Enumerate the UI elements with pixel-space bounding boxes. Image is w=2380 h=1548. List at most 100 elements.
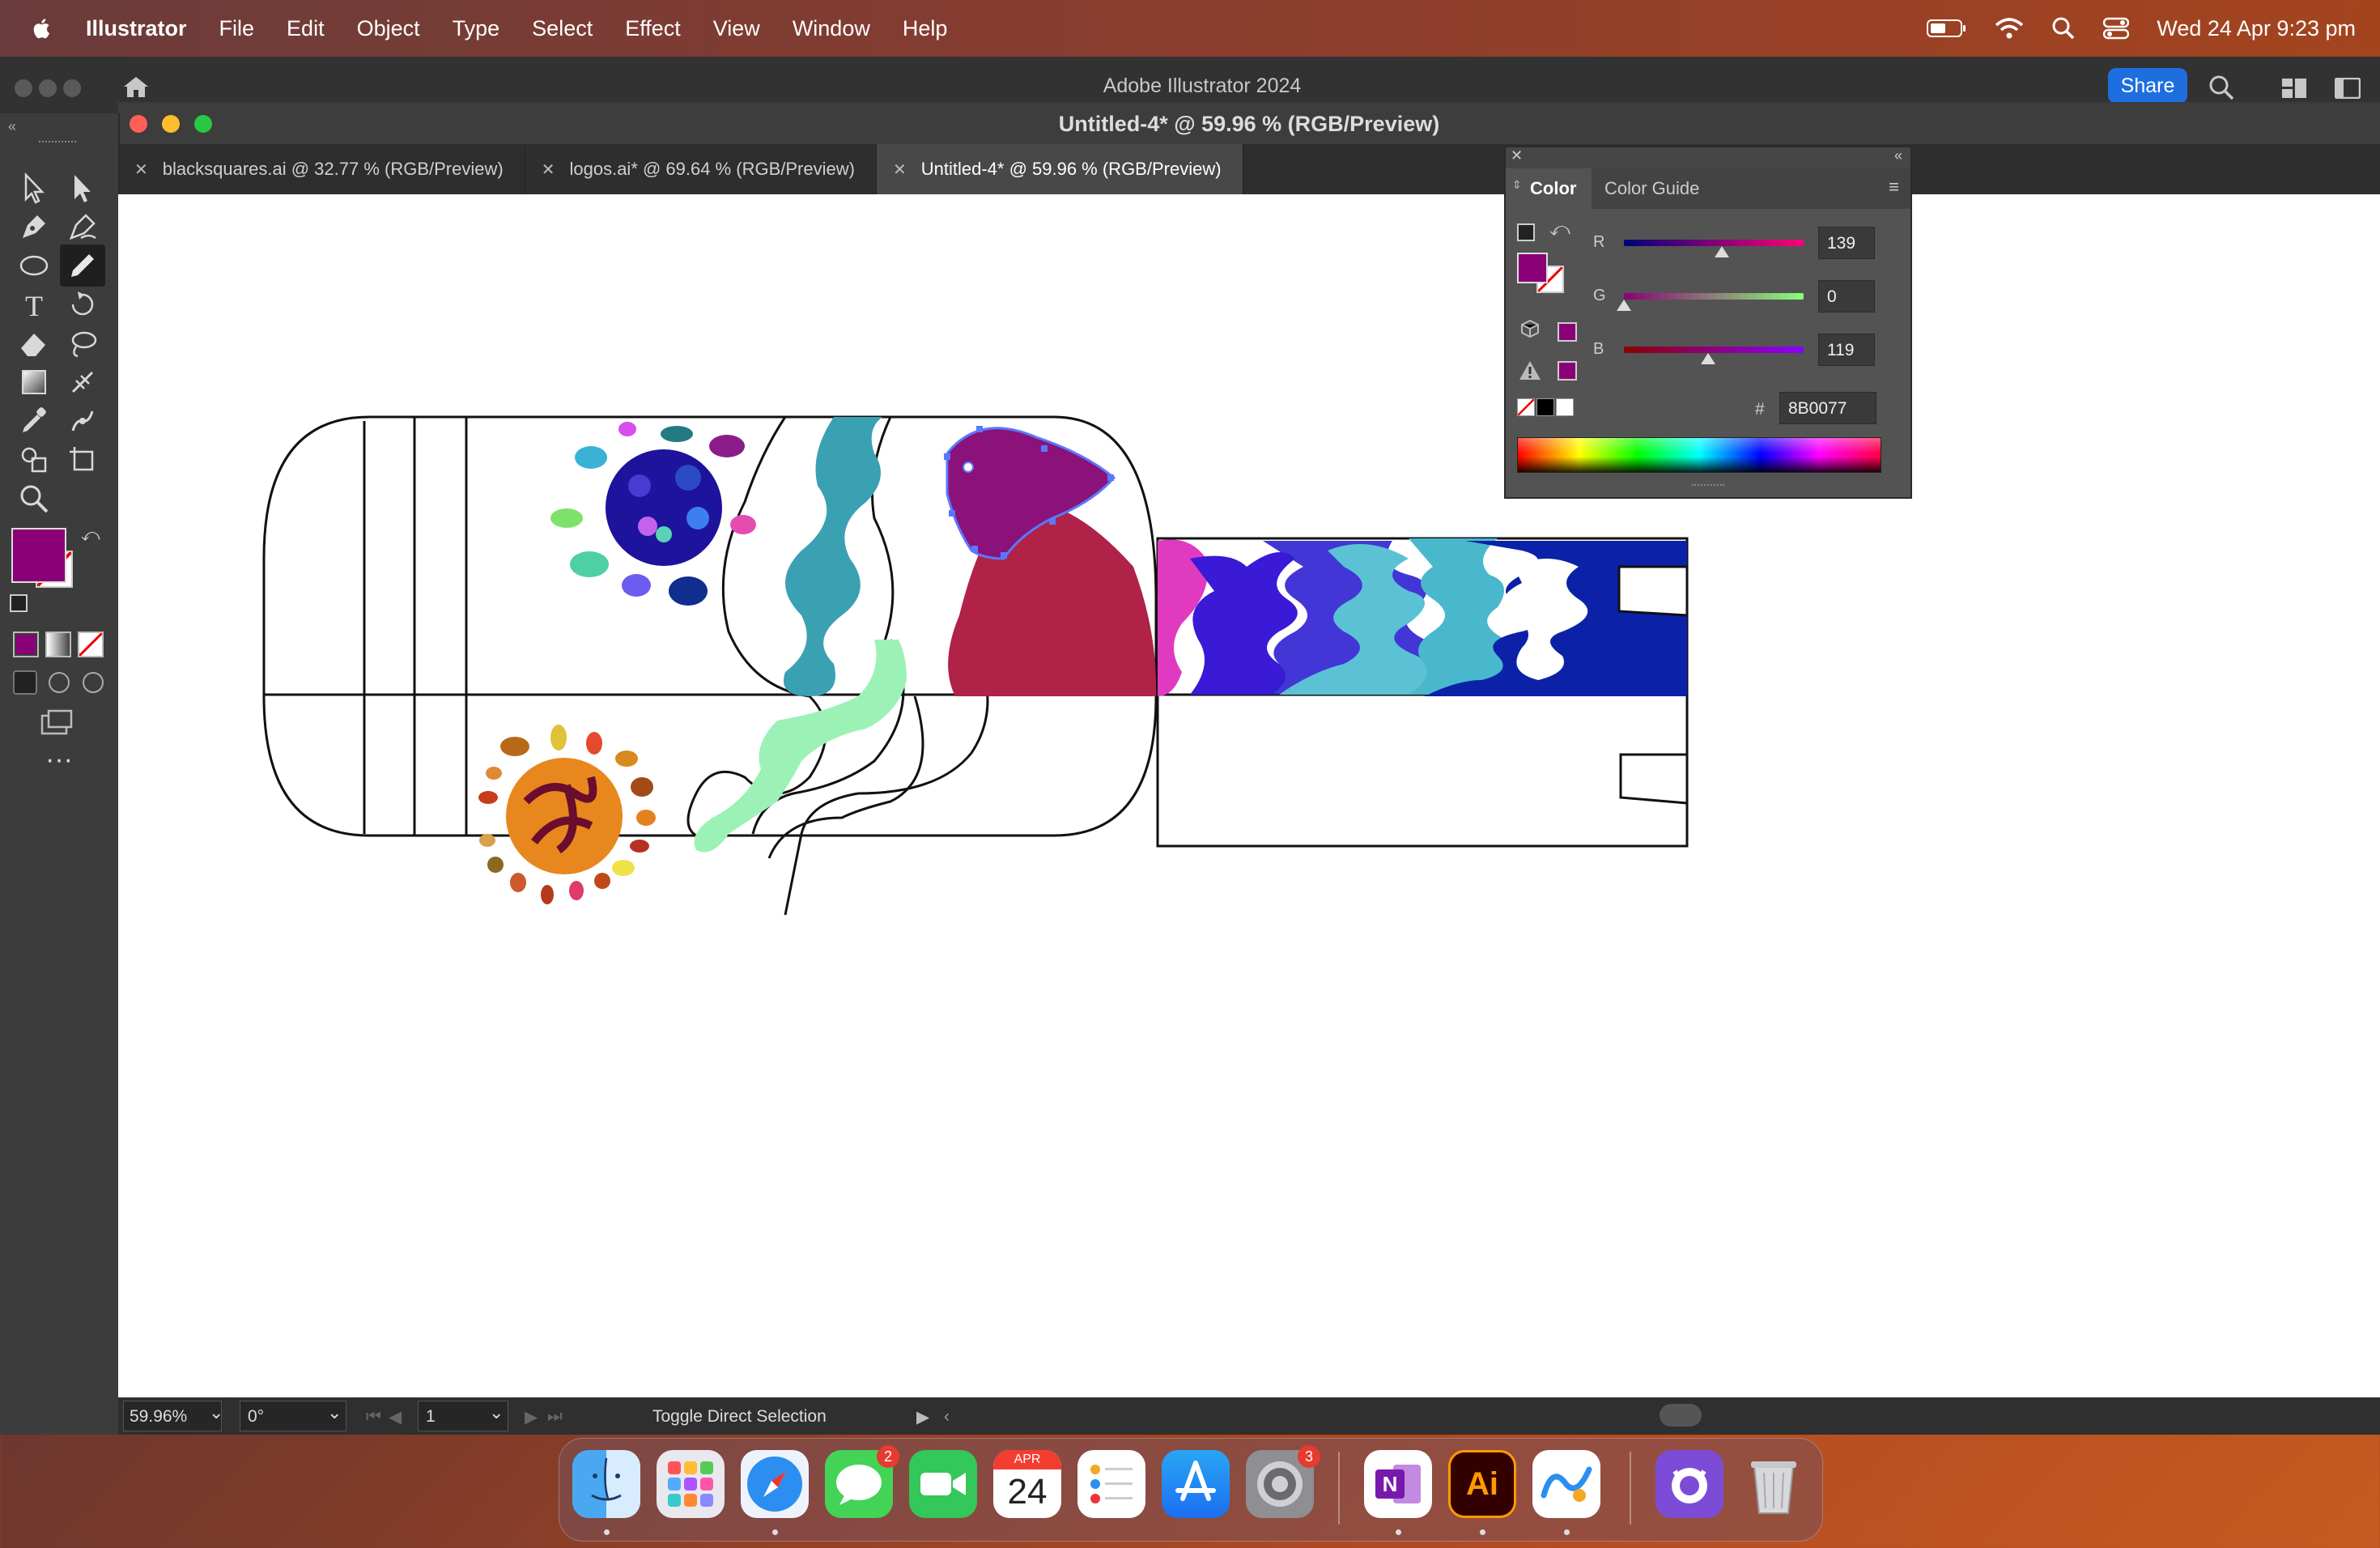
fill-color-swatch[interactable]	[1517, 253, 1548, 283]
tab-color-guide[interactable]: Color Guide	[1604, 178, 1699, 199]
default-colors-icon[interactable]	[1517, 223, 1535, 241]
tab-logos[interactable]: ✕ logos.ai* @ 69.64 % (RGB/Preview)	[525, 144, 877, 194]
spotlight-search-icon[interactable]	[2051, 16, 2076, 40]
artboard-tool-icon[interactable]	[65, 442, 100, 478]
menu-edit[interactable]: Edit	[287, 16, 325, 41]
app-store-icon[interactable]	[1162, 1450, 1230, 1518]
doc-zoom-button[interactable]	[194, 115, 212, 133]
black-color-button[interactable]	[1536, 398, 1554, 416]
battery-icon[interactable]	[1927, 18, 1967, 39]
tab-close-icon[interactable]: ✕	[542, 159, 555, 180]
green-slider-thumb[interactable]	[1617, 300, 1631, 311]
draw-normal-icon[interactable]	[13, 670, 37, 695]
puppet-warp-tool-icon[interactable]	[65, 403, 100, 439]
rotation-dropdown-icon[interactable]: ⌄	[327, 1402, 342, 1423]
safari-icon[interactable]	[741, 1450, 809, 1518]
default-fill-stroke-icon[interactable]	[10, 594, 28, 612]
gradient-tool-icon[interactable]	[16, 364, 52, 400]
eraser-tool-icon[interactable]	[16, 325, 52, 361]
gradient-mode-button[interactable]	[45, 632, 71, 657]
none-mode-button[interactable]	[78, 632, 104, 657]
tab-close-icon[interactable]: ✕	[893, 159, 907, 180]
menu-window[interactable]: Window	[793, 16, 870, 41]
wifi-icon[interactable]	[1995, 17, 2024, 40]
status-menu-arrow-icon[interactable]: ▶	[916, 1407, 929, 1427]
previous-artboard-icon[interactable]: ◀	[389, 1407, 402, 1427]
apple-icon[interactable]	[31, 15, 53, 41]
rotate-tool-icon[interactable]	[65, 287, 100, 322]
type-tool-icon[interactable]: T	[16, 287, 52, 322]
freeform-icon[interactable]	[1532, 1450, 1600, 1518]
menu-object[interactable]: Object	[357, 16, 420, 41]
ellipse-tool-icon[interactable]	[16, 248, 52, 283]
red-value-input[interactable]: 139	[1818, 227, 1875, 259]
status-tool-hint[interactable]: Toggle Direct Selection	[652, 1407, 827, 1427]
menu-select[interactable]: Select	[532, 16, 593, 41]
collapse-panel-icon[interactable]: «	[1894, 147, 1902, 164]
width-tool-icon[interactable]	[65, 364, 100, 400]
curvature-tool-icon[interactable]	[65, 209, 100, 245]
menu-type[interactable]: Type	[453, 16, 500, 41]
collapse-panel-icon[interactable]: «	[8, 118, 16, 135]
calendar-icon[interactable]: APR 24	[993, 1450, 1061, 1518]
workspace-switcher-icon[interactable]	[2335, 78, 2361, 99]
trash-icon[interactable]	[1740, 1450, 1808, 1518]
facetime-icon[interactable]	[909, 1450, 977, 1518]
hex-value-input[interactable]: 8B0077	[1779, 392, 1876, 424]
blue-slider-track[interactable]	[1624, 347, 1804, 353]
toolbar-grip[interactable]	[39, 141, 76, 146]
tab-close-icon[interactable]: ✕	[134, 159, 148, 180]
horizontal-scroll-thumb[interactable]	[1660, 1404, 1702, 1427]
artboard-canvas[interactable]	[118, 194, 2380, 1397]
color-spectrum[interactable]	[1517, 437, 1881, 473]
doc-close-button[interactable]	[130, 115, 147, 133]
eyedropper-tool-icon[interactable]	[16, 403, 52, 439]
red-slider-track[interactable]	[1624, 240, 1804, 246]
share-button[interactable]: Share	[2108, 68, 2187, 104]
tab-color[interactable]: ⇕ Color	[1506, 168, 1592, 209]
red-slider-thumb[interactable]	[1714, 246, 1729, 257]
panel-menu-icon[interactable]: ≡	[1889, 176, 1899, 198]
direct-selection-tool-icon[interactable]	[65, 170, 100, 206]
white-color-button[interactable]	[1556, 398, 1574, 416]
edit-toolbar-icon[interactable]: ···	[45, 746, 73, 773]
web-safe-color-swatch[interactable]	[1558, 322, 1577, 342]
tab-untitled-4[interactable]: ✕ Untitled-4* @ 59.96 % (RGB/Preview)	[876, 144, 1243, 194]
launchpad-icon[interactable]	[657, 1450, 725, 1518]
color-mode-button[interactable]	[13, 632, 39, 657]
illustrator-icon[interactable]: Ai	[1448, 1450, 1516, 1518]
next-artboard-icon[interactable]: ▶	[525, 1407, 538, 1427]
swap-colors-icon[interactable]: ⤺	[1549, 219, 1570, 241]
menu-help[interactable]: Help	[903, 16, 948, 41]
blue-value-input[interactable]: 119	[1818, 334, 1875, 366]
menu-file[interactable]: File	[219, 16, 255, 41]
doc-minimize-button[interactable]	[162, 115, 180, 133]
scroll-left-icon[interactable]: ‹	[944, 1407, 950, 1427]
first-artboard-icon[interactable]: ⏮	[366, 1407, 381, 1427]
finder-icon[interactable]	[572, 1450, 640, 1518]
artwork[interactable]	[118, 194, 2380, 1397]
none-color-button[interactable]	[1517, 398, 1535, 416]
search-icon[interactable]	[2208, 74, 2234, 100]
menubar-clock[interactable]: Wed 24 Apr 9:23 pm	[2157, 16, 2356, 41]
artboard-dropdown-icon[interactable]: ⌄	[489, 1402, 504, 1423]
last-artboard-icon[interactable]: ⏭	[547, 1407, 563, 1427]
shape-builder-tool-icon[interactable]	[16, 442, 52, 478]
zoom-dropdown-icon[interactable]: ⌄	[209, 1402, 223, 1423]
menu-effect[interactable]: Effect	[625, 16, 681, 41]
out-of-gamut-warning-icon[interactable]	[1519, 359, 1541, 381]
green-value-input[interactable]: 0	[1818, 280, 1875, 313]
out-of-web-color-icon[interactable]	[1520, 319, 1540, 338]
fill-swatch[interactable]	[11, 528, 66, 583]
menu-view[interactable]: View	[713, 16, 760, 41]
lasso-tool-icon[interactable]	[65, 325, 100, 361]
draw-behind-icon[interactable]	[49, 672, 70, 693]
swap-fill-stroke-icon[interactable]: ⤺	[81, 525, 100, 546]
pen-tool-icon[interactable]	[16, 209, 52, 245]
panel-resize-grip[interactable]	[1692, 484, 1724, 491]
green-slider-track[interactable]	[1624, 293, 1804, 300]
pencil-tool-icon[interactable]	[65, 248, 100, 283]
blue-slider-thumb[interactable]	[1700, 353, 1715, 364]
arrange-documents-icon[interactable]	[2281, 78, 2307, 99]
github-desktop-icon[interactable]	[1655, 1450, 1723, 1518]
